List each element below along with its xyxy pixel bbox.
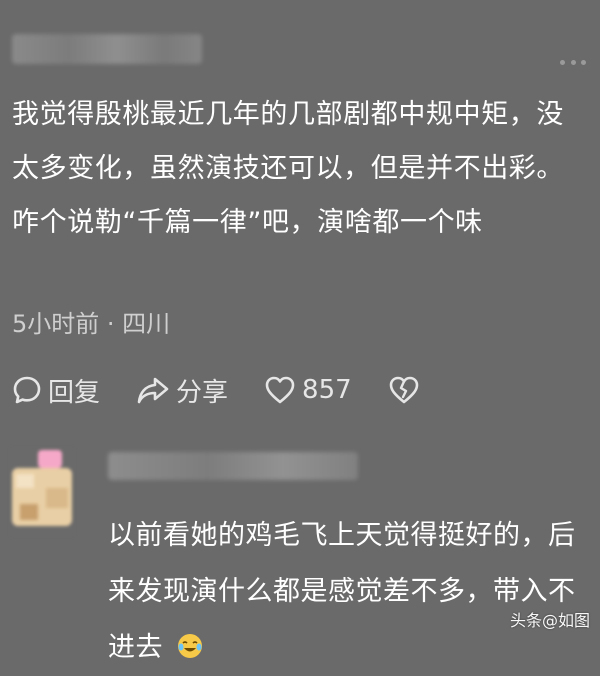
broken-heart-icon bbox=[389, 376, 418, 404]
reply-text: 以前看她的鸡毛飞上天觉得挺好的，后来发现演什么都是感觉差不多，带入不进去 bbox=[108, 508, 588, 676]
reply-label: 回复 bbox=[48, 377, 101, 408]
share-label: 分享 bbox=[176, 377, 229, 408]
watermark: 头条@如图 bbox=[509, 611, 590, 630]
comment-actions: 回复 分享 857 bbox=[12, 368, 420, 412]
dislike-button[interactable] bbox=[388, 375, 420, 405]
comment-bubble-icon bbox=[13, 376, 41, 404]
comment-text: 我觉得殷桃最近几年的几部剧都中规中矩，没太多变化，虽然演技还可以，但是并不出彩。… bbox=[12, 99, 564, 238]
avatar[interactable] bbox=[10, 448, 74, 536]
like-count: 857 bbox=[302, 375, 352, 405]
like-button[interactable]: 857 bbox=[264, 375, 352, 405]
share-button[interactable]: 分享 bbox=[136, 372, 228, 409]
comment-meta: 5小时前 · 四川 bbox=[12, 310, 171, 338]
reply-button[interactable]: 回复 bbox=[12, 372, 100, 409]
share-arrow-icon bbox=[137, 377, 169, 404]
more-dots-icon[interactable] bbox=[560, 58, 586, 66]
heart-icon bbox=[265, 376, 295, 404]
commenter-name-blurred[interactable] bbox=[12, 34, 202, 64]
reply-author-name-blurred[interactable] bbox=[108, 452, 358, 480]
laughing-tears-emoji bbox=[178, 634, 203, 658]
